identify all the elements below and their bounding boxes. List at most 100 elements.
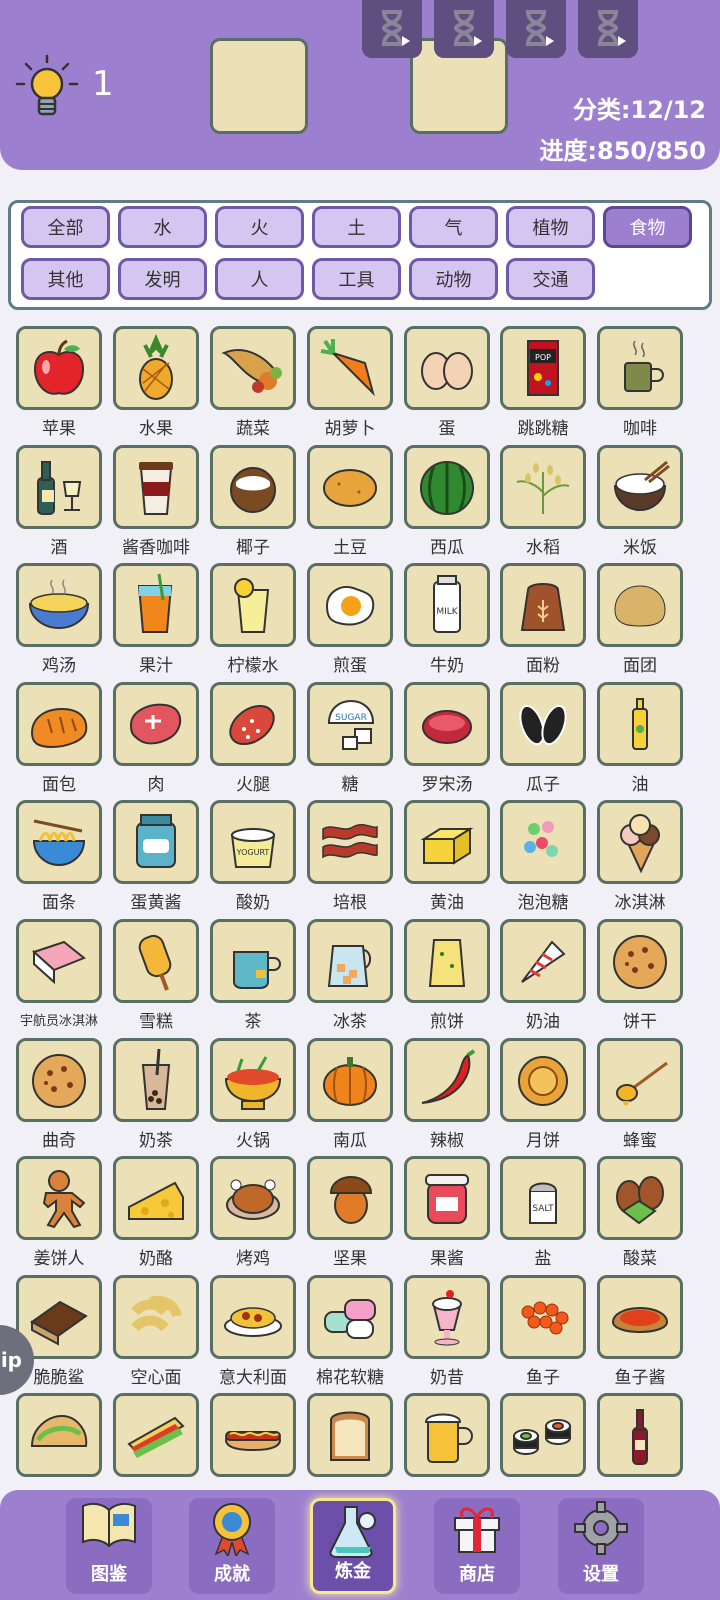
fried-egg-icon[interactable] [307, 563, 393, 647]
hotpot-icon[interactable] [210, 1038, 296, 1122]
oil-bottle-icon[interactable] [597, 682, 683, 766]
element-tile[interactable]: 酒 [16, 445, 102, 558]
element-tile[interactable]: 月饼 [500, 1038, 586, 1151]
element-tile[interactable]: 油 [597, 682, 683, 795]
element-tile[interactable]: 蛋 [404, 326, 490, 439]
beer-icon[interactable] [404, 1393, 490, 1477]
element-tile[interactable]: 酸菜 [597, 1156, 683, 1269]
element-tile[interactable]: 雪糕 [113, 919, 199, 1032]
potato-icon[interactable] [307, 445, 393, 529]
popsicle-icon[interactable] [113, 919, 199, 1003]
filter-tab[interactable]: 土 [312, 206, 401, 248]
element-tile[interactable] [307, 1393, 393, 1486]
element-tile[interactable]: 果酱 [404, 1156, 490, 1269]
coffee-cup-icon[interactable] [113, 445, 199, 529]
element-tile[interactable]: 饼干 [597, 919, 683, 1032]
element-tile[interactable]: 曲奇 [16, 1038, 102, 1151]
sushi-icon[interactable] [500, 1393, 586, 1477]
element-tile[interactable]: 蜂蜜 [597, 1038, 683, 1151]
element-tile[interactable]: 咖啡 [597, 326, 683, 439]
pickles-icon[interactable] [597, 1156, 683, 1240]
carrot-icon[interactable] [307, 326, 393, 410]
nav-flask[interactable]: 炼金 [310, 1498, 396, 1594]
cornucopia-icon[interactable] [210, 326, 296, 410]
wine-icon[interactable] [597, 1393, 683, 1477]
filter-tab[interactable]: 气 [409, 206, 498, 248]
element-tile[interactable]: 面包 [16, 682, 102, 795]
cookie-icon[interactable] [16, 1038, 102, 1122]
filter-tab[interactable]: 食物 [603, 206, 692, 248]
hourglass-icon[interactable] [434, 0, 494, 58]
element-tile[interactable]: 面团 [597, 563, 683, 676]
element-tile[interactable]: 水稻 [500, 445, 586, 558]
element-tile[interactable]: 煎饼 [404, 919, 490, 1032]
element-tile[interactable]: 柠檬水 [210, 563, 296, 676]
filter-tab[interactable]: 工具 [312, 258, 401, 300]
iced-tea-icon[interactable] [307, 919, 393, 1003]
element-tile[interactable]: 意大利面 [210, 1275, 296, 1388]
element-tile[interactable]: 椰子 [210, 445, 296, 558]
element-tile[interactable]: 土豆 [307, 445, 393, 558]
hourglass-icon[interactable] [362, 0, 422, 58]
element-tile[interactable]: 水果 [113, 326, 199, 439]
toast-icon[interactable] [307, 1393, 393, 1477]
element-tile[interactable]: 火腿 [210, 682, 296, 795]
bacon-icon[interactable] [307, 800, 393, 884]
element-tile[interactable]: 茶 [210, 919, 296, 1032]
element-tile[interactable]: 瓜子 [500, 682, 586, 795]
element-tile[interactable]: 鱼子 [500, 1275, 586, 1388]
element-tile[interactable] [210, 1393, 296, 1486]
apple-icon[interactable] [16, 326, 102, 410]
element-tile[interactable]: SALT 盐 [500, 1156, 586, 1269]
element-tile[interactable]: 肉 [113, 682, 199, 795]
borscht-icon[interactable] [404, 682, 490, 766]
watermelon-icon[interactable] [404, 445, 490, 529]
hourglass-icon[interactable] [506, 0, 566, 58]
element-tile[interactable]: 面粉 [500, 563, 586, 676]
bubble-tea-icon[interactable] [113, 1038, 199, 1122]
ham-icon[interactable] [210, 682, 296, 766]
element-tile[interactable]: 蔬菜 [210, 326, 296, 439]
filter-tab[interactable]: 植物 [506, 206, 595, 248]
element-tile[interactable] [113, 1393, 199, 1486]
element-tile[interactable]: 棉花软糖 [307, 1275, 393, 1388]
sunflower-seeds-icon[interactable] [500, 682, 586, 766]
element-tile[interactable]: 鸡汤 [16, 563, 102, 676]
element-tile[interactable]: 米饭 [597, 445, 683, 558]
milkshake-icon[interactable] [404, 1275, 490, 1359]
element-tile[interactable]: 空心面 [113, 1275, 199, 1388]
combine-slot-1[interactable] [210, 38, 308, 134]
tea-icon[interactable] [210, 919, 296, 1003]
sandwich-icon[interactable] [113, 1393, 199, 1477]
element-tile[interactable]: 煎蛋 [307, 563, 393, 676]
jam-icon[interactable] [404, 1156, 490, 1240]
element-tile[interactable]: MILK 牛奶 [404, 563, 490, 676]
noodles-icon[interactable] [16, 800, 102, 884]
pop-rocks-icon[interactable]: POP [500, 326, 586, 410]
sugar-icon[interactable]: SUGAR [307, 682, 393, 766]
nav-medal[interactable]: 成就 [189, 1498, 275, 1594]
juice-icon[interactable] [113, 563, 199, 647]
filter-tab[interactable]: 其他 [21, 258, 110, 300]
meat-icon[interactable] [113, 682, 199, 766]
coconut-icon[interactable] [210, 445, 296, 529]
gumballs-icon[interactable] [500, 800, 586, 884]
butter-icon[interactable] [404, 800, 490, 884]
element-tile[interactable]: 胡萝卜 [307, 326, 393, 439]
dough-icon[interactable] [597, 563, 683, 647]
lemonade-icon[interactable] [210, 563, 296, 647]
element-tile[interactable]: 烤鸡 [210, 1156, 296, 1269]
filter-tab[interactable]: 发明 [118, 258, 207, 300]
spaghetti-icon[interactable] [210, 1275, 296, 1359]
element-tile[interactable]: 罗宋汤 [404, 682, 490, 795]
element-tile[interactable]: 培根 [307, 800, 393, 913]
element-tile[interactable]: 鱼子酱 [597, 1275, 683, 1388]
element-tile[interactable]: 冰茶 [307, 919, 393, 1032]
rice-bowl-icon[interactable] [597, 445, 683, 529]
element-tile[interactable]: SUGAR 糖 [307, 682, 393, 795]
element-tile[interactable] [16, 1393, 102, 1486]
element-tile[interactable]: 姜饼人 [16, 1156, 102, 1269]
hourglass-icon[interactable] [578, 0, 638, 58]
filter-tab[interactable]: 动物 [409, 258, 498, 300]
nav-gift[interactable]: 商店 [434, 1498, 520, 1594]
